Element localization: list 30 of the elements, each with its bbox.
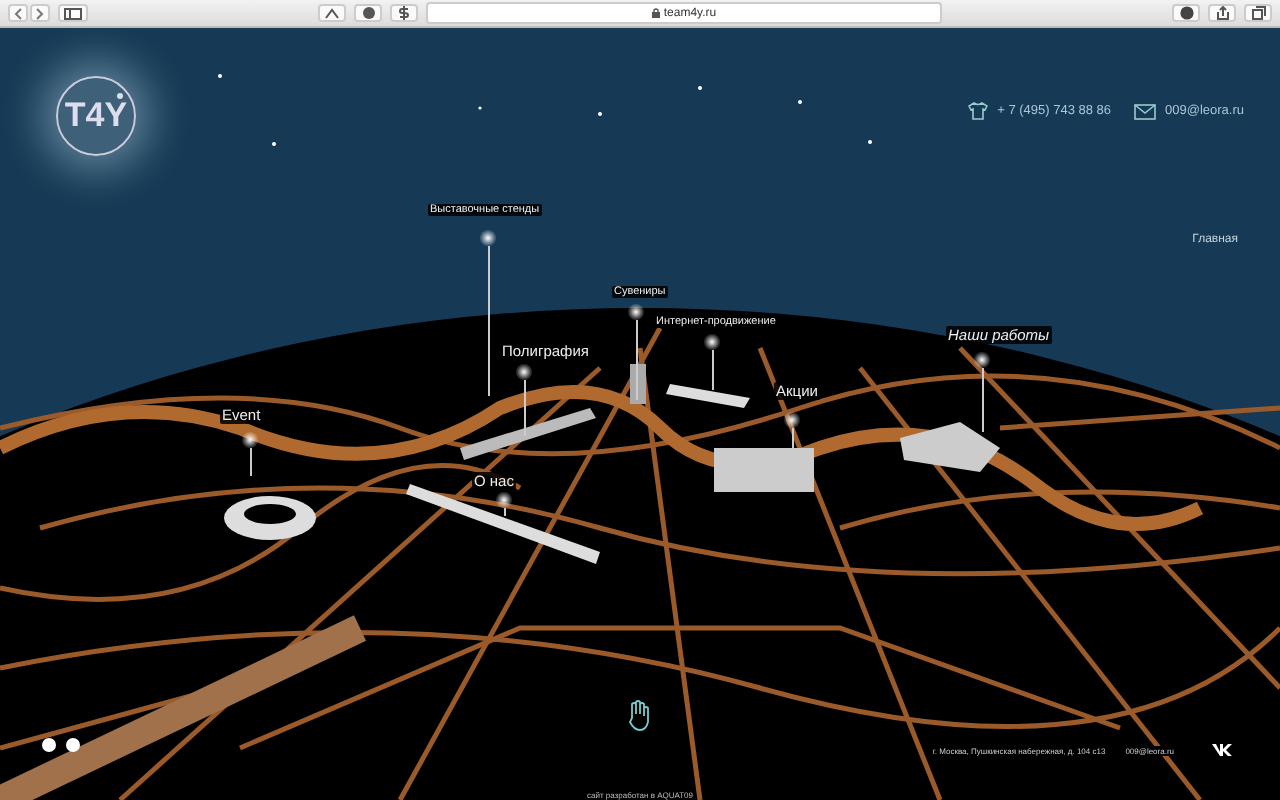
envelope-icon [1133, 103, 1156, 119]
glow-marker-icon [496, 492, 512, 508]
extension-button[interactable] [354, 4, 382, 22]
glow-marker-icon [516, 364, 532, 380]
glow-marker-icon [704, 334, 720, 350]
extension-button[interactable] [390, 4, 418, 22]
logo[interactable]: T4Y [56, 76, 136, 156]
glow-marker-icon [242, 432, 258, 448]
vk-icon[interactable] [1212, 744, 1232, 756]
tabs-button[interactable] [1244, 4, 1272, 22]
glow-marker-icon [784, 412, 800, 428]
lock-icon [651, 8, 660, 18]
chevron-left-icon [14, 7, 22, 19]
extension-button[interactable] [318, 4, 346, 22]
forward-button[interactable] [30, 4, 50, 22]
sidebar-icon [64, 7, 82, 19]
share-icon [1215, 6, 1229, 20]
dollar-icon [398, 6, 410, 20]
glow-marker-icon [974, 352, 990, 368]
chevron-right-icon [36, 7, 44, 19]
extension-icon [324, 7, 340, 19]
glow-marker-icon [628, 304, 644, 320]
tabs-icon [1251, 6, 1265, 20]
share-button[interactable] [1208, 4, 1236, 22]
hand-cursor-icon [626, 700, 654, 732]
sidebar-button[interactable] [58, 4, 88, 22]
glow-marker-icon [480, 230, 496, 246]
download-button[interactable] [1172, 4, 1200, 22]
shirt-icon [967, 102, 988, 120]
back-button[interactable] [8, 4, 28, 22]
